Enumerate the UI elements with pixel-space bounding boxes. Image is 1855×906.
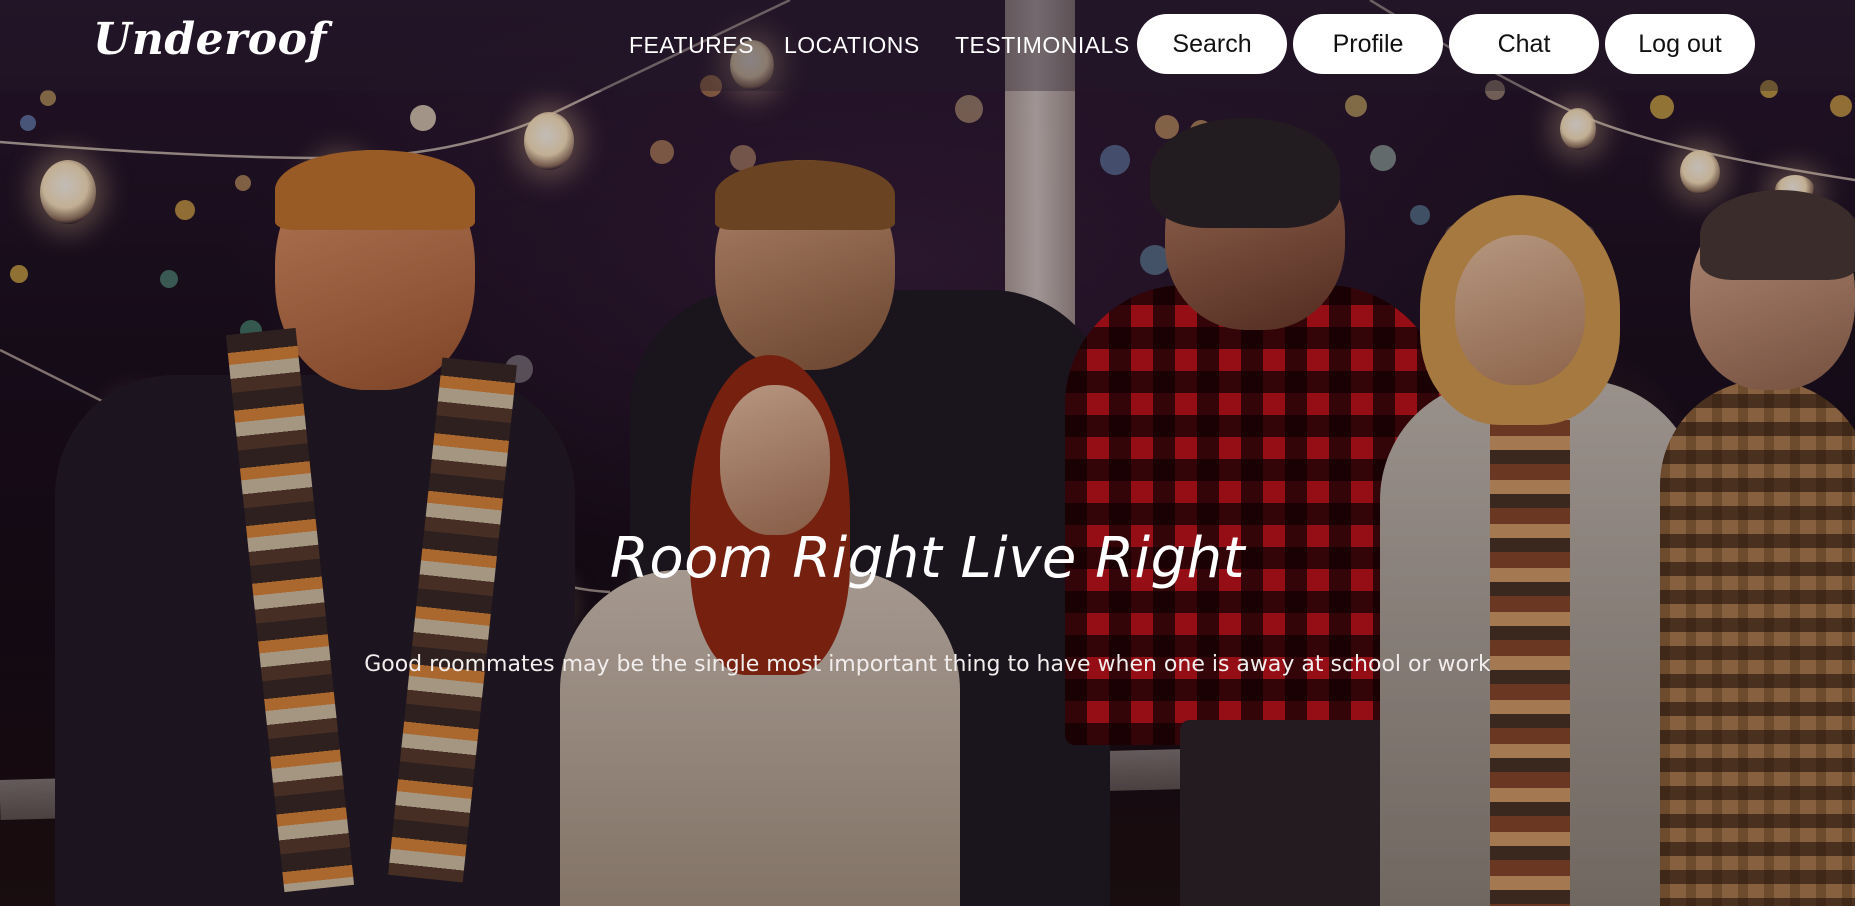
chat-button[interactable]: Chat bbox=[1449, 14, 1599, 74]
brand-logo[interactable]: Underoof bbox=[93, 14, 327, 65]
hero-subtitle: Good roommates may be the single most im… bbox=[364, 652, 1491, 677]
search-button[interactable]: Search bbox=[1137, 14, 1287, 74]
logout-button[interactable]: Log out bbox=[1605, 14, 1755, 74]
top-navbar: Underoof FEATURES LOCATIONS TESTIMONIALS… bbox=[0, 0, 1855, 91]
hero-overlay bbox=[0, 0, 1855, 906]
hero-section: Underoof FEATURES LOCATIONS TESTIMONIALS… bbox=[0, 0, 1855, 906]
nav-link-features[interactable]: FEATURES bbox=[629, 32, 754, 59]
hero-title: Room Right Live Right bbox=[609, 526, 1246, 591]
nav-link-locations[interactable]: LOCATIONS bbox=[784, 32, 920, 59]
nav-link-testimonials[interactable]: TESTIMONIALS bbox=[955, 32, 1130, 59]
profile-button[interactable]: Profile bbox=[1293, 14, 1443, 74]
